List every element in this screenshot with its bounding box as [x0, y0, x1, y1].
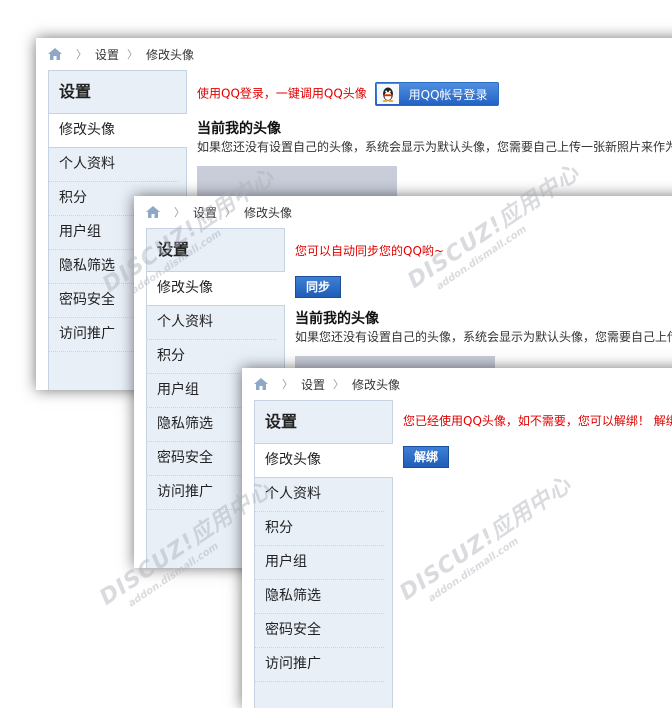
breadcrumb-current: 修改头像	[146, 47, 195, 62]
sync-button[interactable]: 同步	[295, 276, 342, 298]
breadcrumb-current: 修改头像	[244, 205, 293, 220]
qq-unbind-prompt: 您已经使用QQ头像，如不需要，您可以解绑！ 解绑后	[403, 414, 672, 428]
current-avatar-heading: 当前我的头像	[295, 311, 379, 327]
breadcrumb: 〉 设置 〉 修改头像	[134, 196, 672, 228]
qq-login-row: 使用QQ登录，一键调用QQ头像 用QQ帐号登录	[197, 82, 499, 106]
sidebar-item-promotion[interactable]: 访问推广	[255, 648, 384, 682]
sidebar-item-avatar[interactable]: 修改头像	[255, 444, 393, 478]
sidebar-item-profile[interactable]: 个人资料	[255, 478, 384, 512]
qq-login-button-label: 用QQ帐号登录	[408, 87, 488, 102]
home-icon[interactable]	[254, 378, 268, 390]
settings-window-qq-unbind: 〉 设置 〉 修改头像 设置 修改头像 个人资料 积分 用户组 隐私筛选 密码安…	[242, 368, 672, 708]
sidebar-title: 设置	[147, 229, 284, 272]
breadcrumb-separator: 〉	[127, 48, 139, 61]
breadcrumb: 〉 设置 〉 修改头像	[242, 368, 672, 400]
breadcrumb-settings-link[interactable]: 设置	[193, 204, 217, 221]
avatar-description: 如果您还没有设置自己的头像，系统会显示为默认头像，您需要自己上传一张新照片来作为…	[197, 140, 672, 154]
home-icon[interactable]	[48, 48, 62, 60]
sidebar-item-security[interactable]: 密码安全	[255, 614, 384, 648]
sidebar-title: 设置	[49, 71, 186, 114]
current-avatar-heading: 当前我的头像	[197, 121, 281, 137]
sidebar-item-privacy[interactable]: 隐私筛选	[255, 580, 384, 614]
main-content: 您已经使用QQ头像，如不需要，您可以解绑！ 解绑后 解绑	[403, 400, 672, 708]
settings-sidebar: 设置 修改头像 个人资料 积分 用户组 隐私筛选 密码安全 访问推广	[254, 400, 393, 708]
sidebar-title: 设置	[255, 401, 392, 444]
breadcrumb-settings-link[interactable]: 设置	[301, 376, 325, 393]
sidebar-item-usergroup[interactable]: 用户组	[255, 546, 384, 580]
qq-penguin-icon	[376, 84, 399, 104]
breadcrumb-separator: 〉	[225, 206, 237, 219]
qq-sync-prompt: 您可以自动同步您的QQ哟~	[295, 244, 444, 258]
sidebar-item-credits[interactable]: 积分	[255, 512, 384, 546]
breadcrumb: 〉 设置 〉 修改头像	[36, 38, 672, 70]
breadcrumb-current: 修改头像	[352, 377, 401, 392]
qq-login-prompt: 使用QQ登录，一键调用QQ头像	[197, 86, 367, 101]
home-icon[interactable]	[146, 206, 160, 218]
breadcrumb-separator: 〉	[174, 206, 185, 219]
sidebar-item-avatar[interactable]: 修改头像	[49, 114, 187, 148]
breadcrumb-separator: 〉	[282, 378, 293, 391]
qq-login-button[interactable]: 用QQ帐号登录	[374, 82, 499, 106]
sidebar-item-avatar[interactable]: 修改头像	[147, 272, 285, 306]
sidebar-item-profile[interactable]: 个人资料	[147, 306, 276, 340]
breadcrumb-separator: 〉	[333, 378, 345, 391]
breadcrumb-settings-link[interactable]: 设置	[95, 46, 119, 63]
sidebar-item-profile[interactable]: 个人资料	[49, 148, 178, 182]
avatar-description: 如果您还没有设置自己的头像，系统会显示为默认头像，您需要自己上传一张新照片来作为…	[295, 330, 672, 344]
breadcrumb-separator: 〉	[76, 48, 87, 61]
unbind-button[interactable]: 解绑	[403, 446, 450, 468]
